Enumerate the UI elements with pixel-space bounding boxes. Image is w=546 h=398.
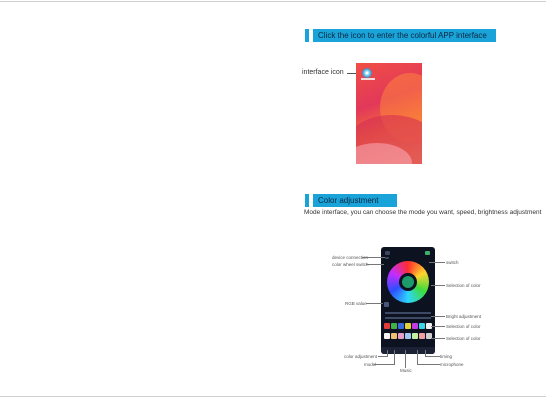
mode-description: Mode interface, you can choose the mode … bbox=[304, 209, 542, 216]
leader-line bbox=[431, 285, 445, 286]
brightness-slider[interactable] bbox=[385, 312, 431, 314]
section-title: Click the icon to enter the colorful APP… bbox=[313, 29, 496, 42]
callout-bright-adjustment: Bright adjustment bbox=[446, 314, 482, 319]
leader-line bbox=[431, 326, 445, 327]
callout-rgb-value: RGB value bbox=[345, 301, 367, 306]
color-swatch-row[interactable] bbox=[384, 323, 432, 329]
callout-timing: timing bbox=[440, 354, 453, 359]
callout-color-adjustment: color adjustment bbox=[344, 354, 378, 359]
section-marker bbox=[305, 194, 309, 207]
power-switch-icon[interactable] bbox=[425, 251, 430, 255]
phone-home-screen bbox=[356, 63, 422, 164]
leader-line bbox=[405, 350, 406, 368]
callout-music: Music bbox=[400, 368, 412, 373]
leader-line bbox=[417, 350, 418, 365]
leader-line bbox=[374, 364, 394, 365]
interface-icon-label: interface icon bbox=[302, 69, 344, 76]
callout-color-wheel-switch: color wheel switch bbox=[332, 262, 369, 267]
top-rule bbox=[0, 1, 546, 2]
leader-line bbox=[394, 350, 395, 365]
app-launcher-icon[interactable] bbox=[362, 68, 372, 78]
app-color-screen bbox=[381, 247, 435, 354]
leader-line bbox=[366, 264, 384, 265]
leader-line bbox=[362, 257, 385, 258]
leader-line bbox=[417, 364, 440, 365]
section-marker bbox=[305, 29, 309, 42]
selected-color-indicator bbox=[402, 276, 414, 288]
leader-line bbox=[387, 350, 388, 357]
callout-selection-of-color: Selection of color bbox=[446, 324, 481, 329]
bottom-rule bbox=[0, 396, 546, 397]
leader-line bbox=[425, 350, 426, 357]
leader-line bbox=[425, 356, 440, 357]
app-tab-bar[interactable] bbox=[381, 347, 435, 354]
color-swatch-row[interactable] bbox=[384, 333, 432, 339]
leader-line bbox=[431, 338, 445, 339]
leader-line bbox=[431, 316, 445, 317]
callout-selection-of-color: Selection of color bbox=[446, 283, 481, 288]
device-connection-icon[interactable] bbox=[385, 251, 390, 255]
leader-line bbox=[429, 262, 445, 263]
app-icon-caption bbox=[361, 78, 375, 80]
section-title: Color adjustment bbox=[313, 194, 397, 207]
callout-switch: switch bbox=[446, 260, 459, 265]
color-wheel-switch-icon[interactable] bbox=[385, 257, 389, 259]
speed-slider[interactable] bbox=[385, 317, 431, 319]
leader-line bbox=[378, 356, 387, 357]
rgb-value-icon bbox=[384, 302, 389, 307]
callout-microphone: microphone bbox=[440, 362, 464, 367]
leader-line bbox=[366, 303, 383, 304]
callout-selection-of-color: Selection of color bbox=[446, 336, 481, 341]
